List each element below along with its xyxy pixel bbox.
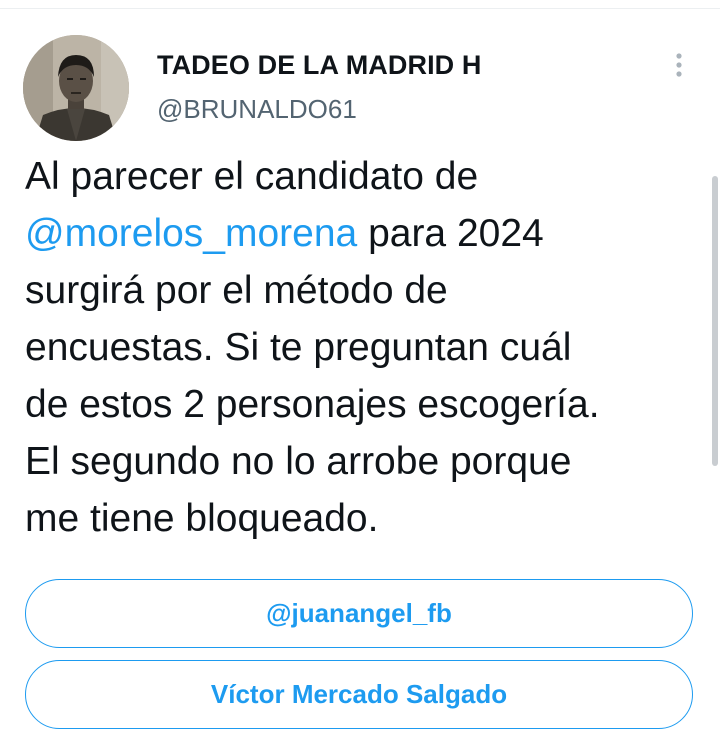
avatar-photo bbox=[23, 35, 129, 141]
author-handle[interactable]: @BRUNALDO61 bbox=[157, 94, 357, 125]
mention-link[interactable]: @morelos_morena bbox=[25, 212, 357, 255]
tweet-line: El segundo no lo arrobe porque bbox=[25, 440, 572, 483]
tweet-screen: TADEO DE LA MADRID H @BRUNALDO61 Al pare… bbox=[0, 0, 720, 752]
tweet-line: de estos 2 personajes escogería. bbox=[25, 383, 600, 426]
more-vertical-icon bbox=[676, 53, 682, 77]
tweet-text: Al parecer el candidato de @morelos_more… bbox=[25, 148, 695, 547]
tweet-line-text: para 2024 bbox=[357, 212, 544, 255]
tweet-line: me tiene bloqueado. bbox=[25, 497, 379, 540]
poll-option-2[interactable]: Víctor Mercado Salgado bbox=[25, 660, 693, 729]
avatar[interactable] bbox=[23, 35, 129, 141]
more-options-button[interactable] bbox=[664, 50, 694, 80]
poll-option-1[interactable]: @juanangel_fb bbox=[25, 579, 693, 648]
tweet-line: encuestas. Si te preguntan cuál bbox=[25, 326, 572, 369]
poll-option-label: @juanangel_fb bbox=[266, 598, 452, 628]
scrollbar[interactable] bbox=[712, 176, 718, 466]
divider bbox=[0, 8, 720, 9]
tweet-line: Al parecer el candidato de bbox=[25, 155, 479, 198]
tweet-line: surgirá por el método de bbox=[25, 269, 448, 312]
author-display-name[interactable]: TADEO DE LA MADRID H bbox=[157, 50, 481, 81]
tweet-line: @morelos_morena para 2024 bbox=[25, 205, 695, 262]
poll-option-label: Víctor Mercado Salgado bbox=[210, 679, 508, 709]
